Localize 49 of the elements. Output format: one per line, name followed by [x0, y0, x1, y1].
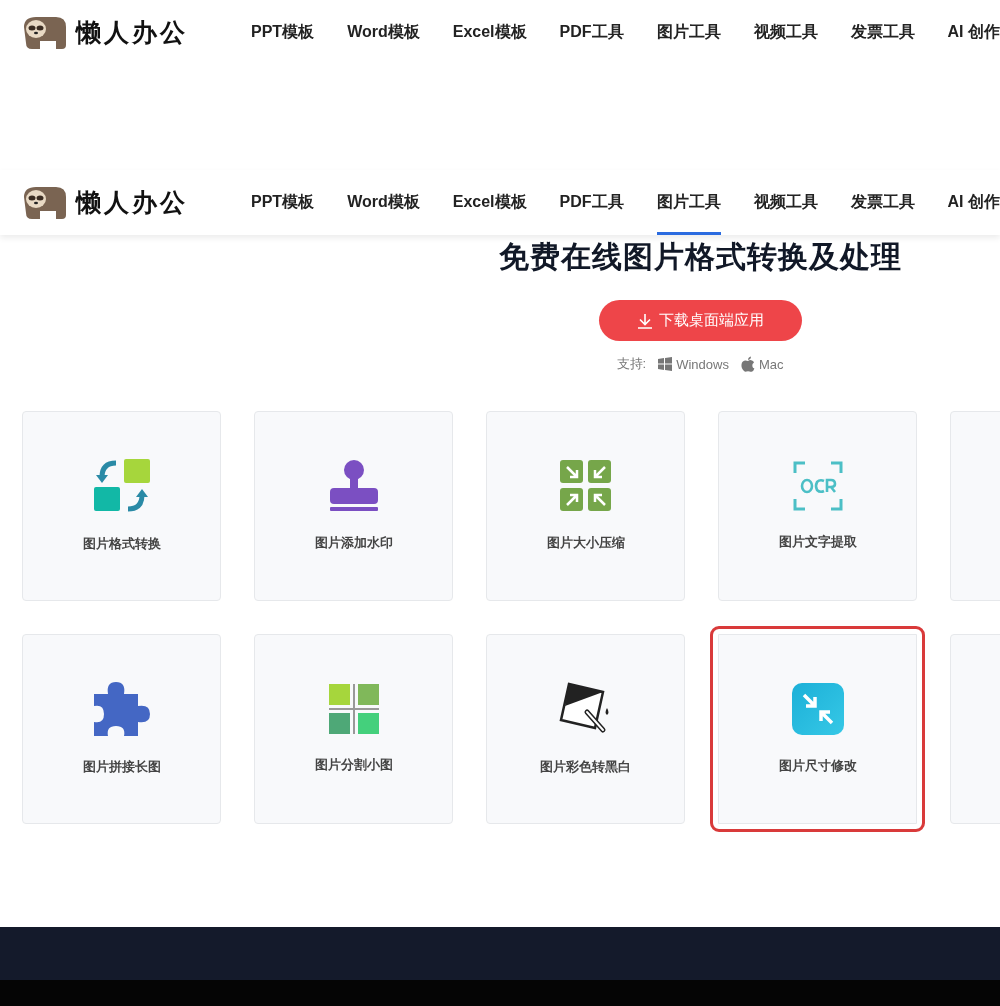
tool-card[interactable]: 图片尺寸修改 [710, 626, 925, 832]
tool-label: 图片添加水印 [314, 534, 393, 552]
tool-label: 图片格式转换 [82, 535, 161, 553]
tool-card[interactable]: 图片彩色转黑白 [486, 634, 685, 824]
nav-link[interactable]: Word模板 [347, 170, 420, 235]
tool-card[interactable]: 图片分割小图 [254, 634, 453, 824]
tool-card[interactable]: 图片大小压缩 [486, 411, 685, 601]
split-grid-icon [328, 684, 379, 734]
nav-link[interactable]: 视频工具 [753, 0, 818, 65]
nav-link[interactable]: PDF工具 [559, 0, 624, 65]
nav-link[interactable]: 发票工具 [850, 170, 915, 235]
tool-label: 图片文字提取 [778, 533, 857, 551]
tool-card[interactable]: 图片格式转换 [22, 411, 221, 601]
support-label: 支持: [616, 355, 647, 373]
site-logo-text[interactable]: 懒人办公 [76, 186, 188, 219]
compress-arrows-icon [559, 460, 612, 512]
tool-label: 图片尺寸修改 [778, 757, 857, 775]
platform-label: Mac [758, 356, 784, 372]
site-logo-text[interactable]: 懒人办公 [76, 16, 188, 49]
nav-link[interactable]: Word模板 [347, 0, 420, 65]
nav-link[interactable]: PDF工具 [559, 170, 624, 235]
apple-icon [740, 356, 755, 372]
ocr-scan-icon [792, 461, 843, 511]
stamp-icon [328, 460, 379, 512]
tool-label: 图片拼接长图 [82, 758, 161, 776]
tool-card[interactable]: 图片文字提取 [718, 411, 917, 601]
nav-link[interactable]: AI 创作 [947, 0, 1000, 65]
download-icon [636, 312, 653, 329]
windows-icon [658, 357, 673, 371]
nav-link[interactable]: PPT模板 [251, 0, 315, 65]
page-heading: 免费在线图片格式转换及处理 [498, 239, 902, 275]
tool-label: 图片大小压缩 [546, 534, 625, 552]
platform-label: Windows [676, 356, 729, 372]
nav-link[interactable]: Excel模板 [452, 0, 527, 65]
nav-link[interactable]: PPT模板 [251, 170, 315, 235]
tool-card[interactable]: 图片添加水印 [254, 411, 453, 601]
tool-label: 图片分割小图 [314, 756, 393, 774]
tool-card[interactable]: 图片拼接长图 [22, 634, 221, 824]
convert-arrows-icon [93, 459, 150, 513]
nav-link[interactable]: 图片工具 [656, 0, 721, 65]
nav-link[interactable]: AI 创作 [947, 170, 1000, 235]
download-button[interactable]: 下载桌面端应用 [598, 300, 802, 341]
nav-link[interactable]: 图片工具 [656, 170, 721, 235]
nav-link[interactable]: 发票工具 [850, 0, 915, 65]
tool-label: 图片彩色转黑白 [540, 758, 631, 776]
nav-link[interactable]: 视频工具 [753, 170, 818, 235]
puzzle-piece-icon [93, 682, 150, 736]
resize-arrows-icon [791, 683, 844, 735]
nav-link[interactable]: Excel模板 [452, 170, 527, 235]
